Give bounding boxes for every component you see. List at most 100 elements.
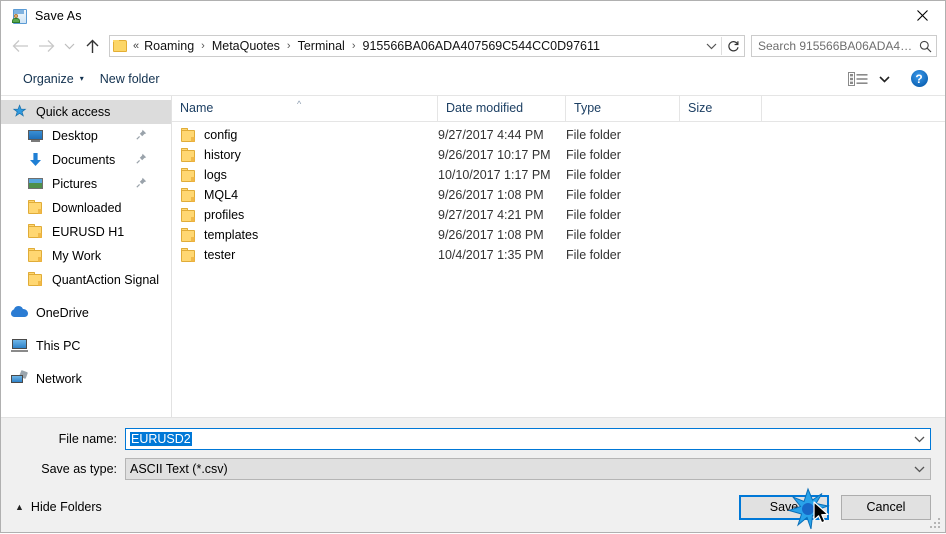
address-bar[interactable]: « Roaming › MetaQuotes › Terminal › 9155… <box>109 35 745 57</box>
sidebar-item-label: Desktop <box>52 129 98 143</box>
sidebar-item-onedrive[interactable]: OneDrive <box>1 301 171 325</box>
column-header-type[interactable]: Type <box>566 96 680 121</box>
file-name-label: profiles <box>204 208 245 222</box>
forward-button[interactable] <box>33 33 59 59</box>
refresh-button[interactable] <box>722 35 744 57</box>
search-input[interactable]: Search 915566BA06ADA40756... <box>752 39 914 53</box>
sidebar-item-network[interactable]: Network <box>1 367 171 391</box>
hide-folders-label: Hide Folders <box>30 500 102 514</box>
file-name-input[interactable]: EURUSD2 <box>125 428 931 450</box>
help-icon: ? <box>910 70 928 87</box>
chevron-down-icon <box>64 43 74 50</box>
folder-icon <box>180 207 196 223</box>
sidebar-item-label: Documents <box>52 153 116 167</box>
breadcrumb-item-terminal[interactable]: Terminal <box>296 38 347 54</box>
file-name-cell: logs <box>172 167 438 183</box>
column-header-date[interactable]: Date modified <box>438 96 566 121</box>
chevron-down-icon <box>914 466 924 473</box>
organize-button[interactable]: Organize ▾ <box>15 69 92 89</box>
file-name-value[interactable]: EURUSD2 <box>126 432 908 446</box>
sidebar-item-pictures[interactable]: Pictures <box>1 172 171 196</box>
resize-grip[interactable] <box>930 518 942 530</box>
save-as-type-dropdown-button[interactable] <box>908 465 930 473</box>
table-row[interactable]: templates 9/26/2017 1:08 PM File folder <box>172 225 945 245</box>
breadcrumb-separator[interactable]: › <box>196 40 210 52</box>
sidebar-item-eurusd-h1[interactable]: EURUSD H1 <box>1 220 171 244</box>
table-row[interactable]: config 9/27/2017 4:44 PM File folder <box>172 125 945 145</box>
column-headers: Name ^ Date modified Type Size <box>172 96 945 122</box>
table-row[interactable]: MQL4 9/26/2017 1:08 PM File folder <box>172 185 945 205</box>
content-area: Quick access Desktop Documents Pictures … <box>1 96 945 418</box>
sidebar-item-quick-access[interactable]: Quick access <box>1 100 171 124</box>
onedrive-icon <box>11 305 29 321</box>
breadcrumb-item-metaquotes[interactable]: MetaQuotes <box>210 38 282 54</box>
navigation-bar: « Roaming › MetaQuotes › Terminal › 9155… <box>1 30 945 62</box>
breadcrumb-item-current[interactable]: 915566BA06ADA407569C544CC0D97611 <box>361 38 602 54</box>
help-button[interactable]: ? <box>905 67 933 91</box>
breadcrumb-item-roaming[interactable]: Roaming <box>142 38 196 54</box>
recent-locations-button[interactable] <box>59 33 79 59</box>
search-box[interactable]: Search 915566BA06ADA40756... <box>751 35 937 57</box>
save-button[interactable]: Save <box>739 494 829 520</box>
save-as-type-value: ASCII Text (*.csv) <box>130 462 228 476</box>
column-header-size[interactable]: Size <box>680 96 762 121</box>
save-as-type-select[interactable]: ASCII Text (*.csv) <box>125 458 931 480</box>
cancel-button[interactable]: Cancel <box>841 494 931 520</box>
close-button[interactable] <box>899 1 945 30</box>
back-button[interactable] <box>7 33 33 59</box>
sidebar-item-label: QuantAction Signal <box>52 273 160 287</box>
table-row[interactable]: tester 10/4/2017 1:35 PM File folder <box>172 245 945 265</box>
file-name-cell: profiles <box>172 207 438 223</box>
file-type-row: Save as type: ASCII Text (*.csv) <box>1 456 945 482</box>
up-button[interactable] <box>79 33 105 59</box>
view-layout-icon[interactable] <box>843 67 873 91</box>
dialog-footer: File name: EURUSD2 Save as type: ASCII T… <box>1 418 945 532</box>
breadcrumb-overflow[interactable]: « <box>132 40 142 52</box>
breadcrumb-separator[interactable]: › <box>347 40 361 52</box>
folder-icon <box>180 227 196 243</box>
file-rows: config 9/27/2017 4:44 PM File folder his… <box>172 122 945 417</box>
sidebar-item-quantaction-signal[interactable]: QuantAction Signal <box>1 268 171 292</box>
hide-folders-button[interactable]: ▲ Hide Folders <box>9 500 102 514</box>
table-row[interactable]: history 9/26/2017 10:17 PM File folder <box>172 145 945 165</box>
folder-icon <box>180 247 196 263</box>
file-date-cell: 9/26/2017 1:08 PM <box>438 228 544 242</box>
file-date-cell: 10/4/2017 1:35 PM <box>438 248 544 262</box>
sidebar-item-downloaded[interactable]: Downloaded <box>1 196 171 220</box>
file-name-selected-text: EURUSD2 <box>130 432 192 446</box>
table-row[interactable]: profiles 9/27/2017 4:21 PM File folder <box>172 205 945 225</box>
file-name-cell: history <box>172 147 438 163</box>
breadcrumb-separator[interactable]: › <box>282 40 296 52</box>
search-icon <box>914 40 936 53</box>
pin-icon <box>136 129 147 143</box>
pin-icon <box>136 177 147 191</box>
star-icon <box>11 104 29 120</box>
address-dropdown-button[interactable] <box>701 36 721 56</box>
command-bar: Organize ▾ New folder ? <box>1 62 945 96</box>
file-type-cell: File folder <box>566 228 621 242</box>
forward-arrow-icon <box>38 40 54 52</box>
sidebar-item-label: This PC <box>36 339 81 353</box>
folder-icon <box>113 39 128 53</box>
file-name-dropdown-button[interactable] <box>908 435 930 443</box>
sort-ascending-icon: ^ <box>297 99 302 109</box>
sidebar-item-this-pc[interactable]: This PC <box>1 334 171 358</box>
sidebar-item-documents[interactable]: Documents <box>1 148 171 172</box>
pin-icon <box>136 153 147 167</box>
sidebar-item-label: Downloaded <box>52 201 122 215</box>
folder-icon <box>180 147 196 163</box>
sidebar-item-desktop[interactable]: Desktop <box>1 124 171 148</box>
column-header-name[interactable]: Name ^ <box>172 96 438 121</box>
new-folder-label: New folder <box>99 71 160 86</box>
file-type-cell: File folder <box>566 168 621 182</box>
new-folder-button[interactable]: New folder <box>92 69 168 89</box>
table-row[interactable]: logs 10/10/2017 1:17 PM File folder <box>172 165 945 185</box>
file-type-cell: File folder <box>566 208 621 222</box>
folder-icon <box>180 127 196 143</box>
save-as-dialog: Save As « Roaming › MetaQuotes › Termina… <box>0 0 946 533</box>
sidebar-item-my-work[interactable]: My Work <box>1 244 171 268</box>
sidebar-item-label: Quick access <box>36 105 111 119</box>
file-name-label: logs <box>204 168 227 182</box>
view-dropdown-button[interactable] <box>875 67 893 91</box>
